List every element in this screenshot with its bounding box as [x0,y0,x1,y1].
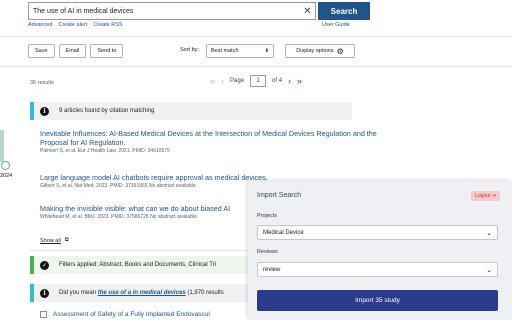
divider [0,66,512,67]
display-options-button[interactable]: Display options ⚙ [285,44,355,58]
user-guide-link[interactable]: User Guide [322,22,350,28]
article-title[interactable]: Assessment of Safety of a Fully Implante… [53,311,210,318]
article-authors: Whitehead M, et al. [40,214,84,220]
first-page-icon[interactable]: « [210,76,215,86]
logout-button[interactable]: Logout ⇥ [471,191,500,201]
sort-label: Sort by: [180,47,199,53]
info-icon: i [40,288,49,298]
review-value: review [263,266,281,273]
article-item: Assessment of Safety of a Fully Implante… [40,311,210,318]
projects-label: Projects [257,213,277,219]
show-all-link[interactable]: Show all ⧉ [40,237,69,244]
close-icon[interactable]: ✕ [300,2,316,20]
chevron-down-icon: ⌄ [486,266,492,274]
citation-match-text: 9 articles found by citation matching [59,108,155,114]
article-meta: Palmieri S, et al. Eur J Health Law. 202… [40,148,380,154]
article-authors: Gilbert S, et al. [40,183,74,189]
toolbar: Save Email Send to [28,44,124,58]
page-label: Page [230,78,245,84]
article-journal: Nat Med. 2023. [74,183,109,189]
logout-icon: ⇥ [491,193,496,199]
show-all-label: Show all [40,237,61,244]
timeline-bar [0,130,4,162]
display-options-label: Display options [296,48,334,54]
advanced-link[interactable]: Advanced [28,22,52,28]
updown-icon: ⬍ [264,48,269,54]
external-link-icon: ⧉ [64,237,69,243]
create-alert-link[interactable]: Create alert [58,22,87,28]
reviews-label: Reviews [257,249,278,255]
import-button[interactable]: Import 35 study [257,290,498,311]
did-you-mean-text: Did you mean the use of a in medical dev… [59,290,224,296]
search-sublinks: Advanced Create alert Create RSS [28,22,123,28]
results-count: 35 results [30,80,54,86]
search-button[interactable]: Search [318,2,370,20]
create-rss-link[interactable]: Create RSS [93,22,122,28]
article-pmid: PMID: 37391665 No abstract available. [110,183,198,189]
did-you-mean-link[interactable]: the use of a in medical devices [98,290,186,296]
article-pmid: PMID: 37586728 No abstract available. [111,214,199,220]
sort-value: Best match [211,48,239,54]
page-number-input[interactable]: 1 [250,75,267,87]
article-authors: Palmieri S, et al. [40,148,77,154]
timeline-year: 2024 [0,173,13,179]
email-button[interactable]: Email [58,44,87,58]
project-value: Medical Device [263,229,304,236]
citation-match-banner: i 9 articles found by citation matching [30,102,352,120]
pagination: « ‹ Page 1 of 4 › » [210,75,302,87]
did-you-mean-banner: i Did you mean the use of a in medical d… [30,284,260,302]
divider [0,36,512,37]
chevron-down-icon: ⌄ [486,229,492,237]
reviews-select[interactable]: review ⌄ [257,262,498,277]
article-pmid: PMID: 34610575 [132,148,170,154]
did-you-mean-suffix: (1,970 results [187,290,224,296]
import-search-panel: Import Search Logout ⇥ Projects Medical … [248,181,512,320]
logout-label: Logout [475,193,491,199]
projects-select[interactable]: Medical Device ⌄ [257,225,498,240]
timeline-handle[interactable] [1,161,10,170]
next-page-icon[interactable]: › [288,76,291,86]
gear-icon: ⚙ [336,46,344,56]
last-page-icon[interactable]: » [297,76,302,86]
filters-applied-text: Filters applied: Abstract, Books and Doc… [59,262,217,268]
article-journal: Eur J Health Law. 2021. [77,148,131,154]
article-journal: BMJ. 2023. [84,214,110,220]
info-icon: i [40,106,49,116]
filters-applied-banner: ✓ Filters applied: Abstract, Books and D… [30,256,260,274]
search-bar: The use of AI in medical devices ✕ Searc… [28,2,370,20]
check-icon: ✓ [40,260,49,270]
panel-title: Import Search [257,192,301,199]
sort-select[interactable]: Best match ⬍ [206,44,274,58]
save-button[interactable]: Save [28,44,55,58]
did-you-mean-prefix: Did you mean [59,290,97,296]
article-title[interactable]: Inevitable Influences: AI-Based Medical … [40,129,380,147]
select-checkbox[interactable] [40,311,47,318]
article-item: Inevitable Influences: AI-Based Medical … [40,129,380,154]
search-input[interactable]: The use of AI in medical devices [28,2,300,20]
send-to-button[interactable]: Send to [90,44,124,58]
prev-page-icon[interactable]: ‹ [221,76,224,86]
page-total: of 4 [272,78,283,84]
